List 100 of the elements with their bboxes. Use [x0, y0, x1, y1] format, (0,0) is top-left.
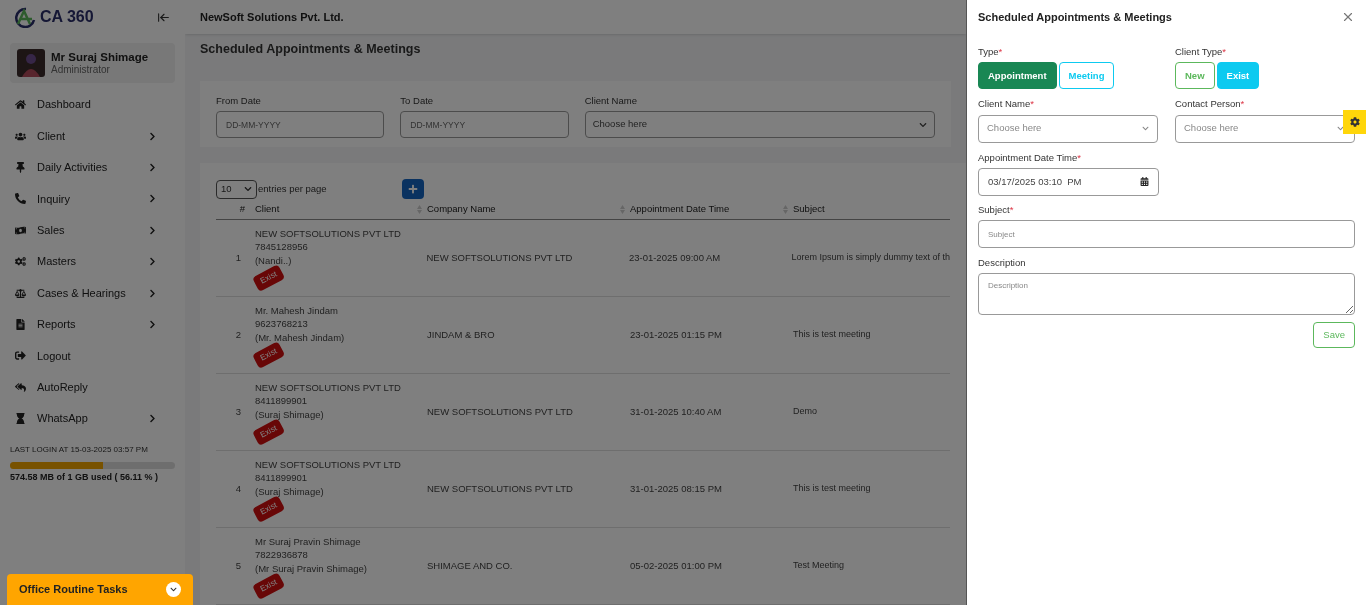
sidebar-item-label: Cases & Hearings: [37, 285, 127, 301]
sidebar-item[interactable]: Dashboard: [10, 89, 175, 121]
description-field[interactable]: Description: [978, 273, 1355, 316]
filter-label: To Date: [400, 93, 435, 108]
settings-button[interactable]: [1343, 110, 1366, 134]
logout-icon: [15, 350, 26, 362]
sidebar-item-label: Daily Activities: [37, 160, 109, 176]
chevron-icon: [148, 225, 157, 235]
banknote-icon: [15, 224, 26, 236]
client-phone: 7822936878: [255, 548, 309, 562]
toggle-option[interactable]: Appointment: [978, 62, 1057, 90]
sidebar-item-label: AutoReply: [37, 379, 89, 395]
datetime-cell-text: 05-02-2025 01:00 PM: [630, 558, 723, 573]
page-size-select[interactable]: 10: [216, 179, 257, 199]
sidebar-item[interactable]: Masters: [10, 245, 175, 278]
subject-cell: Demo: [793, 405, 817, 419]
chevron-icon: [148, 319, 157, 329]
field-label: Appointment Date Time*: [978, 150, 1082, 165]
datetime-cell-text: 31-01-2025 08:15 PM: [630, 481, 723, 496]
drawer-title: Scheduled Appointments & Meetings: [978, 9, 1172, 25]
company-cell-text: NEW SOFTSOLUTIONS PVT LTD: [427, 404, 574, 419]
filter-label: Client Name: [584, 93, 638, 108]
caret-icon: [1142, 125, 1149, 132]
subject-cell: Test Meeting: [793, 559, 845, 573]
close-icon[interactable]: [1341, 10, 1355, 24]
modal-overlay[interactable]: [0, 0, 966, 605]
file-icon: [15, 318, 26, 330]
client-name: NEW SOFTSOLUTIONS PVT LTD: [255, 457, 402, 472]
subject-field[interactable]: Subject: [978, 220, 1355, 248]
avatar: [17, 49, 45, 77]
row-number: 1: [234, 250, 242, 265]
datetime-cell-text: 23-01-2025 01:15 PM: [630, 327, 723, 342]
users-icon: [15, 130, 26, 142]
chevron-icon: [148, 414, 157, 424]
scale-icon: [15, 287, 26, 299]
pin-icon: [15, 161, 26, 173]
row-number: 4: [234, 481, 242, 496]
chevron-icon: [148, 194, 157, 204]
company-cell-text: NEW SOFTSOLUTIONS PVT LTD: [427, 481, 574, 496]
column-header[interactable]: #: [239, 201, 245, 217]
date-field[interactable]: DD-MM-YYYY: [216, 111, 385, 138]
client-phone: 7845128956: [254, 240, 309, 254]
sidebar-item-label: Client: [37, 128, 67, 144]
last-login-text: LAST LOGIN AT 15-03-2025 03:57 PM: [10, 444, 149, 457]
sidebar-item-label: WhatsApp: [37, 411, 89, 427]
chevron-icon: [148, 131, 157, 141]
column-header[interactable]: Subject: [793, 201, 825, 217]
client-name: NEW SOFTSOLUTIONS PVT LTD: [255, 380, 402, 395]
select-field[interactable]: Choose here: [978, 114, 1158, 143]
required-mark: *: [1222, 46, 1227, 57]
add-button[interactable]: [401, 179, 424, 199]
sidebar-item[interactable]: AutoReply: [10, 371, 175, 403]
datetime-cell-text: 23-01-2025 09:00 AM: [628, 250, 722, 265]
company-name: NewSoft Solutions Pvt. Ltd.: [200, 9, 344, 25]
hourglass-icon: [15, 413, 26, 425]
gears-icon: [15, 256, 26, 268]
sidebar-item-label: Sales: [37, 223, 66, 238]
toggle-option[interactable]: New: [1175, 62, 1215, 90]
required-mark: *: [998, 46, 1003, 57]
sidebar-item[interactable]: Inquiry: [10, 183, 175, 215]
logo-icon: [12, 6, 38, 28]
field-label: Subject*: [978, 202, 1015, 217]
subject-cell: This is test meeting: [793, 482, 871, 496]
tasks-bar[interactable]: Office Routine Tasks: [7, 574, 193, 605]
sidebar-item-label: Reports: [37, 317, 77, 333]
client-name: NEW SOFTSOLUTIONS PVT LTD: [254, 226, 402, 241]
row-number: 5: [234, 558, 242, 573]
sidebar-item-label: Logout: [37, 348, 72, 364]
chevron-icon: [148, 257, 157, 267]
required-mark: *: [1077, 151, 1081, 163]
plus-icon: [407, 184, 418, 194]
sidebar-item[interactable]: Sales: [10, 214, 175, 246]
datetime-cell-text: 31-01-2025 10:40 AM: [630, 404, 723, 419]
sidebar-item[interactable]: WhatsApp: [10, 402, 175, 435]
sidebar-item[interactable]: Client: [10, 120, 175, 152]
subject-cell: This is test meeting: [793, 328, 871, 342]
date-field[interactable]: DD-MM-YYYY: [400, 111, 569, 138]
chevron-icon: [148, 288, 157, 298]
sidebar-item[interactable]: Daily Activities: [10, 151, 175, 184]
collapse-icon[interactable]: [157, 10, 170, 24]
field-label: Client Type*: [1175, 45, 1228, 59]
field-label: Client Name*: [978, 97, 1035, 112]
column-header[interactable]: Company Name: [427, 201, 496, 217]
caret-icon: [1337, 125, 1344, 132]
sidebar-item[interactable]: Reports: [10, 308, 175, 341]
required-mark: *: [1009, 203, 1014, 215]
field-label: Type*: [978, 45, 1004, 59]
save-button[interactable]: Save: [1313, 322, 1355, 349]
client-select[interactable]: Choose here: [584, 111, 935, 138]
datetime-field[interactable]: 03/17/2025 03:10 PM: [978, 167, 1159, 196]
sidebar-item[interactable]: Logout: [10, 340, 175, 372]
client-phone: 9623768213: [255, 317, 309, 331]
user-role: Administrator: [51, 63, 111, 77]
storage-usage-text: 574.58 MB of 1 GB used ( 56.11 % ): [10, 471, 159, 484]
column-header[interactable]: Client: [255, 201, 280, 217]
sidebar-item[interactable]: Cases & Hearings: [10, 277, 175, 309]
column-header[interactable]: Appointment Date Time: [630, 201, 730, 217]
client-phone: 8411899901: [255, 394, 309, 408]
chevron-icon: [148, 162, 157, 172]
sidebar-item-label: Dashboard: [37, 97, 92, 113]
